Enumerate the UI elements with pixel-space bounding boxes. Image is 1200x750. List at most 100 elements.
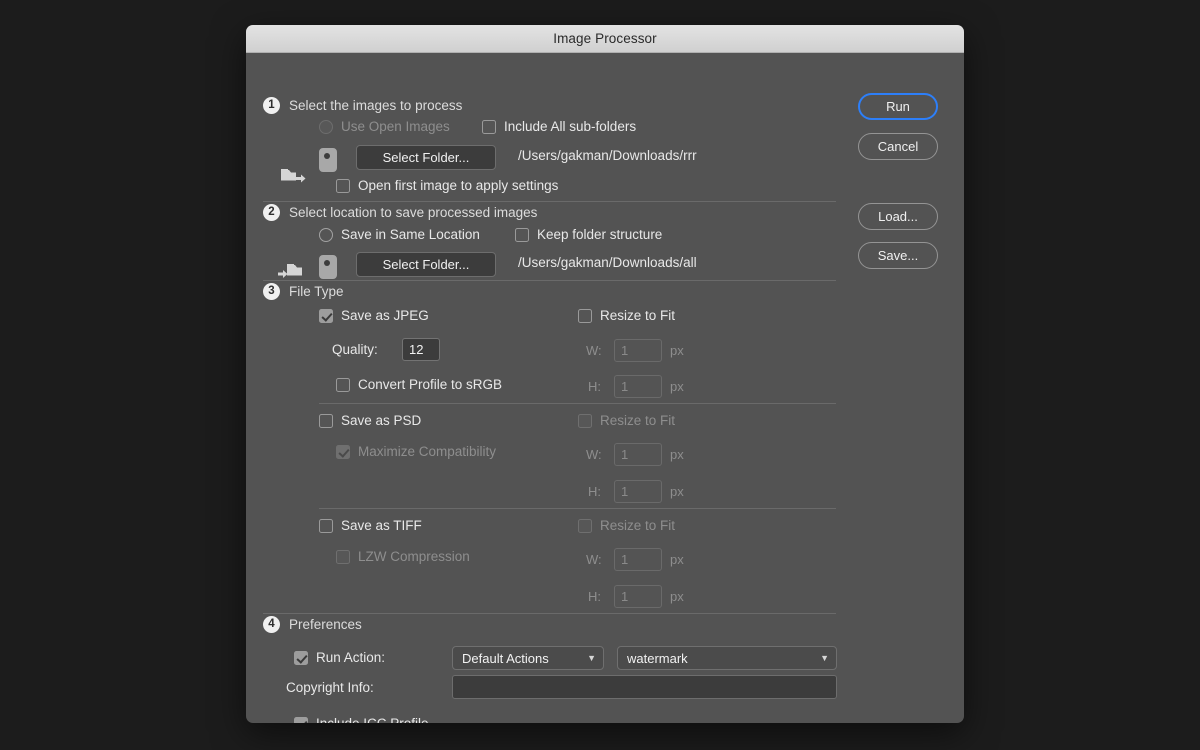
select-dest-folder-button[interactable]: Select Folder... [356,252,496,277]
input-value: 1 [621,379,629,394]
open-first-image-label: Open first image to apply settings [358,178,559,193]
convert-srgb-checkbox[interactable]: Convert Profile to sRGB [336,377,502,392]
select-source-folder-button[interactable]: Select Folder... [356,145,496,170]
include-icc-profile-checkbox[interactable]: Include ICC Profile [294,716,429,723]
dialog-content: 1 Select the images to process Use Open … [246,53,846,723]
include-subfolders-checkbox[interactable]: Include All sub-folders [482,119,636,134]
include-icc-profile-label: Include ICC Profile [316,716,429,723]
open-first-image-checkbox[interactable]: Open first image to apply settings [336,178,558,193]
checkbox-indicator [336,549,350,564]
psd-height-input[interactable]: 1 [614,480,662,503]
checkbox-indicator [515,227,529,242]
cancel-button[interactable]: Cancel [858,133,938,160]
radio-indicator [319,227,333,242]
tiff-width-label: W: [586,552,602,567]
section-4-badge: 4 [263,616,280,633]
maximize-compatibility-label: Maximize Compatibility [358,444,497,459]
tiff-width-unit: px [670,552,684,567]
chevron-down-icon: ▼ [587,652,596,663]
section-3-header: 3 File Type [263,283,344,300]
section-1-badge: 1 [263,97,280,114]
dialog-title: Image Processor [553,31,657,46]
tiff-resize-to-fit-checkbox[interactable]: Resize to Fit [578,518,675,533]
run-button[interactable]: Run [858,93,938,120]
load-button[interactable]: Load... [858,203,938,230]
run-action-checkbox[interactable]: Run Action: [294,650,385,665]
save-button[interactable]: Save... [858,242,938,269]
section-1-heading: Select the images to process [289,98,463,113]
save-as-jpeg-checkbox[interactable]: Save as JPEG [319,308,429,323]
save-as-jpeg-label: Save as JPEG [341,308,429,323]
checkbox-indicator [319,308,333,323]
psd-height-label: H: [588,484,601,499]
psd-resize-label: Resize to Fit [600,413,676,428]
maximize-compatibility-checkbox[interactable]: Maximize Compatibility [336,444,496,459]
tiff-resize-label: Resize to Fit [600,518,676,533]
folder-export-icon [280,166,306,193]
jpeg-width-unit: px [670,343,684,358]
tiff-width-input[interactable]: 1 [614,548,662,571]
save-same-location-radio[interactable]: Save in Same Location [319,227,480,242]
jpeg-width-input[interactable]: 1 [614,339,662,362]
save-as-psd-checkbox[interactable]: Save as PSD [319,413,421,428]
button-label: Save... [877,248,919,263]
section-3-heading: File Type [289,284,344,299]
convert-srgb-label: Convert Profile to sRGB [358,377,503,392]
section-2-heading: Select location to save processed images [289,205,538,220]
input-value: 1 [621,484,629,499]
action-set-select[interactable]: Default Actions ▼ [452,646,604,670]
jpeg-resize-label: Resize to Fit [600,308,676,323]
save-same-location-label: Save in Same Location [341,227,480,242]
copyright-info-label: Copyright Info: [286,680,374,695]
keep-folder-structure-label: Keep folder structure [537,227,663,242]
psd-width-label: W: [586,447,602,462]
chevron-down-icon: ▼ [820,652,829,663]
dialog-titlebar[interactable]: Image Processor [246,25,964,53]
divider-3 [263,613,836,614]
button-label: Select Folder... [382,257,470,272]
input-value: 1 [621,589,629,604]
jpeg-quality-input[interactable]: 12 [402,338,440,361]
input-value: 12 [409,342,424,357]
save-as-tiff-checkbox[interactable]: Save as TIFF [319,518,422,533]
tiff-height-unit: px [670,589,684,604]
dialog-body: 1 Select the images to process Use Open … [246,53,964,723]
section-1-header: 1 Select the images to process [263,97,462,114]
checkbox-indicator [294,716,308,723]
lzw-compression-label: LZW Compression [358,549,470,564]
psd-resize-to-fit-checkbox[interactable]: Resize to Fit [578,413,675,428]
checkbox-indicator [319,413,333,428]
jpeg-resize-to-fit-checkbox[interactable]: Resize to Fit [578,308,675,323]
input-value: 1 [621,343,629,358]
checkbox-indicator [578,518,592,533]
checkbox-indicator [336,178,350,193]
save-as-psd-label: Save as PSD [341,413,422,428]
copyright-info-input[interactable] [452,675,837,699]
divider-2 [263,280,836,281]
image-processor-dialog: Image Processor 1 Select the images to p… [246,25,964,723]
lzw-compression-checkbox[interactable]: LZW Compression [336,549,470,564]
jpeg-quality-label: Quality: [332,342,378,357]
keep-folder-structure-checkbox[interactable]: Keep folder structure [515,227,662,242]
section-4-header: 4 Preferences [263,616,362,633]
button-label: Run [886,99,910,114]
divider-psd [319,508,836,509]
action-name-select[interactable]: watermark ▼ [617,646,837,670]
jpeg-height-input[interactable]: 1 [614,375,662,398]
psd-width-input[interactable]: 1 [614,443,662,466]
select-folder-source-radio[interactable] [319,148,337,172]
jpeg-height-unit: px [670,379,684,394]
checkbox-indicator [294,650,308,665]
radio-indicator [319,119,333,134]
include-subfolders-label: Include All sub-folders [504,119,637,134]
dest-folder-path: /Users/gakman/Downloads/all [518,255,697,270]
checkbox-indicator [336,444,350,459]
tiff-height-input[interactable]: 1 [614,585,662,608]
section-2-header: 2 Select location to save processed imag… [263,204,537,221]
select-folder-dest-radio[interactable] [319,255,337,279]
input-value: 1 [621,552,629,567]
section-3-badge: 3 [263,283,280,300]
input-value: 1 [621,447,629,462]
use-open-images-radio[interactable]: Use Open Images [319,119,450,134]
radio-indicator [319,255,337,279]
